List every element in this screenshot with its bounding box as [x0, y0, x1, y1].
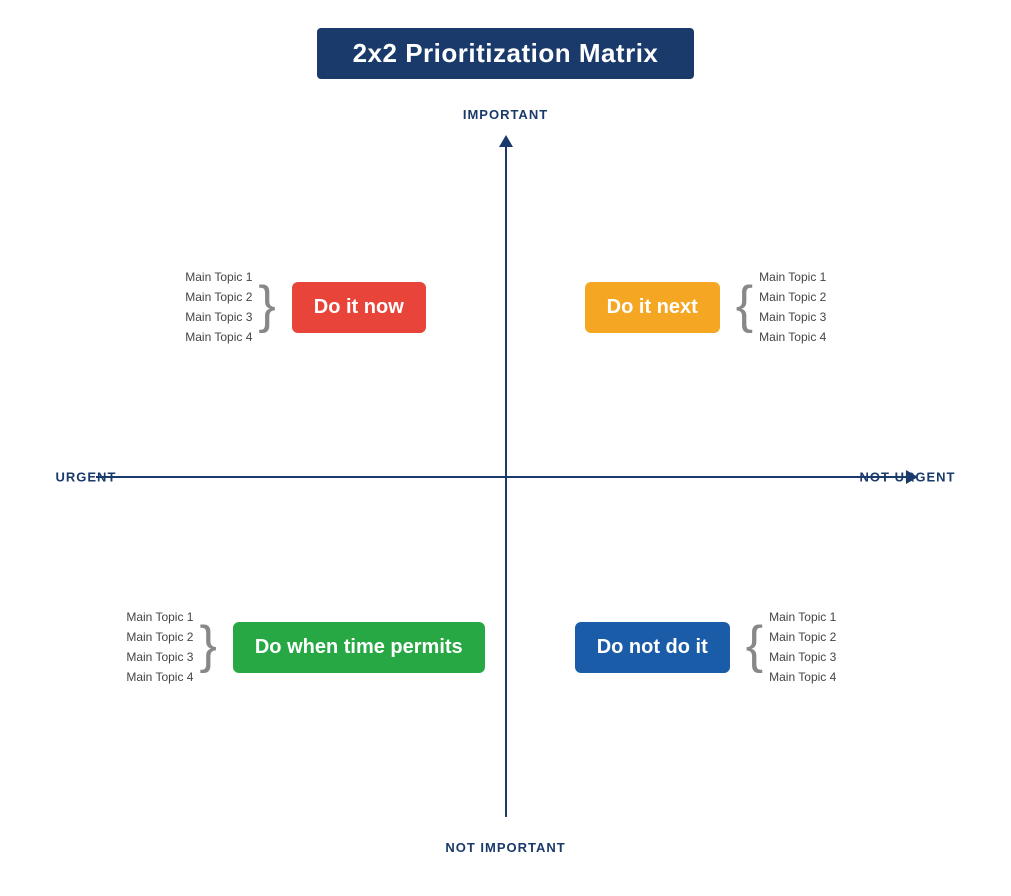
topic-group-br: { Main Topic 1 Main Topic 2 Main Topic 3 Ma…: [746, 608, 837, 686]
quadrant-bottom-right: { Main Topic 1 Main Topic 2 Main Topic 3 Ma…: [506, 487, 906, 807]
topic-item: Main Topic 2: [759, 288, 826, 306]
bracket-tr: {: [736, 279, 753, 331]
topic-item: Main Topic 1: [185, 268, 252, 286]
topic-item: Main Topic 4: [769, 668, 836, 686]
topic-item: Main Topic 4: [759, 328, 826, 346]
topic-item: Main Topic 4: [185, 328, 252, 346]
quadrant-top-right: { Main Topic 1 Main Topic 2 Main Topic 3 Ma…: [506, 147, 906, 467]
quadrant-bottom-left: Main Topic 1 Main Topic 2 Main Topic 3 Main…: [106, 487, 506, 807]
arrow-up-icon: [499, 135, 513, 147]
topic-group-tr: { Main Topic 1 Main Topic 2 Main Topic 3 Ma…: [736, 268, 827, 346]
topic-item: Main Topic 3: [126, 648, 193, 666]
topic-item: Main Topic 2: [185, 288, 252, 306]
topic-item: Main Topic 1: [126, 608, 193, 626]
label-not-important: NOT IMPORTANT: [445, 840, 565, 855]
action-btn-do-it-next: Do it next: [585, 282, 720, 333]
action-btn-do-it-now: Do it now: [292, 282, 426, 333]
arrow-right-icon: [906, 470, 918, 484]
quadrant-top-left: Main Topic 1 Main Topic 2 Main Topic 3 Main…: [106, 147, 506, 467]
topic-group-bl: Main Topic 1 Main Topic 2 Main Topic 3 Main…: [126, 608, 217, 686]
topic-item: Main Topic 3: [185, 308, 252, 326]
topic-item: Main Topic 3: [769, 648, 836, 666]
matrix-container: IMPORTANT NOT IMPORTANT URGENT NOT URGEN…: [56, 97, 956, 857]
topic-item: Main Topic 1: [769, 608, 836, 626]
topic-group-tl: Main Topic 1 Main Topic 2 Main Topic 3 Main…: [185, 268, 276, 346]
bracket-br: {: [746, 619, 763, 671]
topic-item: Main Topic 2: [126, 628, 193, 646]
action-btn-do-when-time-permits: Do when time permits: [233, 622, 485, 673]
topic-item: Main Topic 2: [769, 628, 836, 646]
bracket-bl: }: [199, 619, 216, 671]
topic-item: Main Topic 4: [126, 668, 193, 686]
page-title: 2x2 Prioritization Matrix: [317, 28, 695, 79]
topic-item: Main Topic 3: [759, 308, 826, 326]
topic-item: Main Topic 1: [759, 268, 826, 286]
label-important: IMPORTANT: [463, 107, 548, 122]
bracket-tl: }: [258, 279, 275, 331]
action-btn-do-not-do-it: Do not do it: [575, 622, 730, 673]
